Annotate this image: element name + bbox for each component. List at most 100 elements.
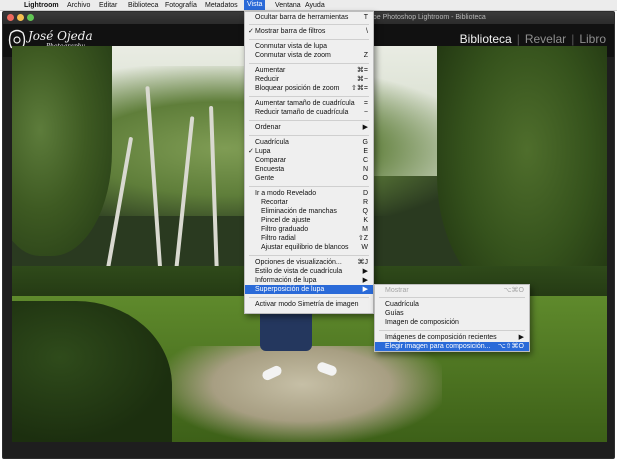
photo-path [162,346,442,442]
menu-biblioteca[interactable]: Biblioteca [128,1,158,10]
menu-item[interactable]: Reducir ⌘− [245,75,373,84]
menu-item[interactable]: Aumentar ⌘= [245,66,373,75]
menu-separator [249,39,369,40]
menu-lightroom[interactable]: Lightroom [24,1,59,10]
menu-item-shortcut: ⇧⌘= [351,85,368,92]
menu-item[interactable]: ✓ Lupa E [245,147,373,156]
menu-item[interactable]: Pincel de ajuste K [245,216,373,225]
menu-item-shortcut: M [362,226,368,233]
menu-item[interactable]: Gente O [245,174,373,183]
menu-item[interactable]: Información de lupa ▶ [245,276,373,285]
menu-item-label: Conmutar vista de zoom [255,52,331,59]
menu-archivo[interactable]: Archivo [67,1,90,10]
menu-item-label: Ocultar barra de herramientas [255,14,349,21]
vista-menu: Ocultar barra de herramientas T ✓ Mostrar … [244,11,374,314]
menu-item[interactable]: Aumentar tamaño de cuadrícula = [245,99,373,108]
menu-item-label: Bloquear posición de zoom [255,85,340,92]
menu-item-superposicion-de-lupa[interactable]: Superposición de lupa ▶ [245,285,373,294]
menu-item[interactable]: ✓ Mostrar barra de filtros \ [245,27,373,36]
menu-item[interactable]: Cuadrícula G [245,138,373,147]
menu-separator [249,186,369,187]
menu-item[interactable]: Conmutar vista de lupa [245,42,373,51]
logo-name: José Ojeda [28,29,93,43]
menu-item[interactable]: Eliminación de manchas Q [245,207,373,216]
menu-item-label: Comparar [255,157,287,164]
menu-separator [249,24,369,25]
menu-item[interactable]: Bloquear posición de zoom ⇧⌘= [245,84,373,93]
menu-item-label: Recortar [261,199,288,206]
menu-item-label: Ajustar equilibrio de blancos [261,244,349,251]
menu-item-label: Cuadrícula [255,139,289,146]
module-picker: Biblioteca | Revelar | Libro [460,32,606,46]
menu-item[interactable]: Conmutar vista de zoom Z [245,51,373,60]
menu-item[interactable]: Estilo de vista de cuadrícula ▶ [245,267,373,276]
submenu-item-recientes[interactable]: Imágenes de composición recientes ▶ [375,333,529,342]
maximize-button[interactable] [27,14,34,21]
menu-item-label: Reducir tamaño de cuadrícula [255,109,349,116]
menu-editar[interactable]: Editar [99,1,117,10]
menu-item-shortcut: − [363,109,368,116]
menu-item-label: Estilo de vista de cuadrícula [255,268,343,275]
menu-item[interactable]: Filtro graduado M [245,225,373,234]
menu-item-label: Información de lupa [255,277,317,284]
menu-item-label: Reducir [255,76,280,83]
menu-item[interactable]: Activar modo Simetría de imagen [245,300,373,309]
menu-item-shortcut: Z [363,52,368,59]
superposicion-submenu: Mostrar ⌥⌘O Cuadrícula Guías Imagen de co… [374,284,530,352]
menu-separator [249,297,369,298]
module-revelar[interactable]: Revelar [525,32,566,46]
menu-fotografia[interactable]: Fotografía [165,1,197,10]
menu-item[interactable]: Encuesta N [245,165,373,174]
menu-item-shortcut: ⌥⌘O [503,287,524,294]
menu-item-label: Conmutar vista de lupa [255,43,327,50]
checkmark-icon: ✓ [248,28,254,35]
menu-vista[interactable]: Vista [244,0,266,10]
menu-item-label: Mostrar [385,287,409,294]
menu-ayuda[interactable]: Ayuda [305,1,325,10]
submenu-arrow-icon: ▶ [362,268,368,275]
submenu-item-imagen-composicion[interactable]: Imagen de composición [375,318,529,327]
menu-separator [249,135,369,136]
menu-item[interactable]: Filtro radial ⇧Z [245,234,373,243]
close-button[interactable] [7,14,14,21]
menu-item-label: Encuesta [255,166,285,173]
menu-item[interactable]: Ocultar barra de herramientas T [245,13,373,22]
menu-item[interactable]: Ajustar equilibrio de blancos W [245,243,373,252]
menu-item-label: Imágenes de composición recientes [385,334,497,341]
menu-item-shortcut: R [362,199,368,206]
submenu-item-mostrar: Mostrar ⌥⌘O [375,286,529,295]
window-title: obe Photoshop Lightroom - Biblioteca [369,14,486,21]
menu-separator [379,297,525,298]
menu-item-shortcut: \ [366,28,368,35]
menu-item[interactable]: Comparar C [245,156,373,165]
submenu-item-cuadricula[interactable]: Cuadrícula [375,300,529,309]
menu-item-label: Eliminación de manchas [261,208,337,215]
menu-item[interactable]: Ordenar ▶ [245,123,373,132]
menu-item-shortcut: G [362,139,368,146]
module-biblioteca[interactable]: Biblioteca [460,32,512,46]
menu-item[interactable]: Ir a modo Revelado D [245,189,373,198]
submenu-arrow-icon: ▶ [362,124,368,131]
menu-item-label: Filtro graduado [261,226,309,233]
menu-item[interactable]: Opciones de visualización... ⌘J [245,258,373,267]
menu-ventana[interactable]: Ventana [275,1,301,10]
submenu-item-elegir-imagen[interactable]: Elegir imagen para composición... ⌥⇧⌘O [375,342,529,351]
module-separator: | [516,32,520,46]
module-separator: | [571,32,575,46]
menu-separator [249,255,369,256]
submenu-arrow-icon: ▶ [362,286,368,293]
checkmark-icon: ✓ [248,148,254,155]
submenu-arrow-icon: ▶ [518,334,524,341]
menu-item-label: Lupa [255,148,271,155]
menu-item-shortcut: ⌥⇧⌘O [497,343,524,350]
submenu-item-guias[interactable]: Guías [375,309,529,318]
module-libro[interactable]: Libro [579,32,606,46]
menu-metadatos[interactable]: Metadatos [205,1,238,10]
menu-item[interactable]: Recortar R [245,198,373,207]
menu-item[interactable]: Reducir tamaño de cuadrícula − [245,108,373,117]
submenu-arrow-icon: ▶ [362,277,368,284]
minimize-button[interactable] [17,14,24,21]
menu-item-label: Cuadrícula [385,301,419,308]
menu-item-label: Aumentar [255,67,286,74]
menu-item-shortcut: ⌘− [356,76,368,83]
